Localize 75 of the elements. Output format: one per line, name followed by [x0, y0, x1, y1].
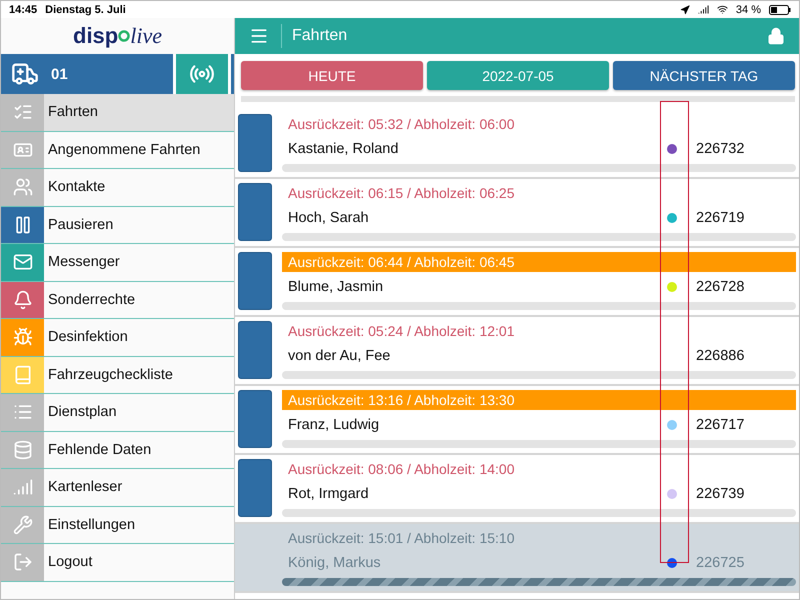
location-icon: [680, 4, 690, 14]
database-icon: [12, 440, 32, 460]
patient-name: von der Au, Fee: [287, 348, 392, 364]
day-button[interactable]: NÄCHSTER TAG: [613, 61, 795, 90]
menu-label: Fahrzeugcheckliste: [47, 366, 173, 385]
menu-item[interactable]: Pausieren: [1, 206, 234, 244]
menu-label: Einstellungen: [47, 516, 136, 535]
menu-item[interactable]: Sonderrechte: [1, 282, 234, 319]
status-date: Dienstag 5. Juli: [45, 4, 127, 16]
menu-item[interactable]: Desinfektion: [1, 319, 234, 356]
patient-name: Franz, Ludwig: [287, 417, 380, 433]
trip-number: 226886: [696, 348, 746, 364]
menu-item[interactable]: Angenommene Fahrten: [1, 132, 234, 169]
trip-times: Ausrückzeit: 05:24 / Abholzeit: 12:01: [287, 322, 516, 341]
logout-icon: [12, 552, 32, 572]
trip-times: Ausrückzeit: 08:06 / Abholzeit: 14:00: [287, 460, 516, 479]
trip-number: 226719: [696, 210, 746, 226]
menu-item[interactable]: Messenger: [1, 244, 234, 282]
people-icon: [12, 177, 32, 198]
book-icon: [12, 364, 32, 385]
wrench-icon: [12, 514, 32, 535]
status-block: [238, 321, 272, 379]
radio-button[interactable]: [176, 54, 228, 94]
menu-label: Fahrten: [47, 103, 98, 122]
battery-percent: 34 %: [736, 4, 761, 16]
wifi-icon: [716, 4, 728, 15]
patient-name: Hoch, Sarah: [287, 210, 370, 226]
signal-bars-icon: [12, 477, 32, 498]
trip-times: Ausrückzeit: 06:15 / Abholzeit: 06:25: [287, 184, 516, 203]
status-block: [238, 252, 272, 310]
menu-label: Messenger: [47, 253, 120, 272]
bug-icon: [12, 327, 32, 348]
menu-label: Angenommene Fahrten: [47, 140, 200, 160]
menu-item[interactable]: Fahrzeugcheckliste: [1, 356, 234, 394]
header-title: Fahrten: [292, 27, 348, 45]
patient-name: Rot, Irmgard: [287, 486, 370, 502]
dispolive-logo: disp live: [73, 23, 162, 49]
day-button[interactable]: HEUTE: [241, 61, 423, 90]
menu-item[interactable]: Dienstplan: [1, 394, 234, 432]
menu-item[interactable]: Kontakte: [1, 169, 234, 206]
status-block: [238, 459, 272, 517]
status-block: [238, 183, 272, 241]
menu-label: Kartenleser: [47, 478, 122, 498]
menu-label: Pausieren: [47, 216, 114, 235]
menu-item[interactable]: Einstellungen: [1, 506, 234, 544]
status-block: [238, 390, 272, 448]
menu-label: Sonderrechte: [47, 290, 136, 310]
menu-label: Dienstplan: [47, 403, 117, 422]
menu-item[interactable]: Fahrten: [1, 94, 234, 132]
menu-label: Fehlende Daten: [47, 440, 152, 460]
trip-number: 226732: [696, 141, 746, 157]
trip-times: Ausrückzeit: 13:16 / Abholzeit: 13:30: [282, 390, 796, 410]
envelope-icon: [12, 252, 32, 272]
menu-item[interactable]: Logout: [1, 544, 234, 582]
trip-number: 226717: [696, 417, 746, 433]
lock-icon[interactable]: [767, 27, 785, 45]
menu-item[interactable]: Kartenleser: [1, 469, 234, 506]
patient-name: Kastanie, Roland: [287, 141, 400, 157]
bell-icon: [12, 290, 32, 310]
trip-times: Ausrückzeit: 15:01 / Abholzeit: 15:10: [287, 529, 516, 548]
trip-number: 226739: [696, 486, 746, 502]
battery-icon: [769, 4, 791, 14]
menu-label: Desinfektion: [47, 328, 128, 348]
patient-name: König, Markus: [287, 555, 382, 571]
patient-name: Blume, Jasmin: [287, 279, 384, 295]
trip-times: Ausrückzeit: 05:32 / Abholzeit: 06:00: [287, 115, 516, 134]
menu-label: Logout: [47, 553, 92, 572]
trip-number: 226725: [696, 555, 746, 571]
status-time: 14:45: [9, 4, 38, 16]
menu-label: Kontakte: [47, 178, 106, 198]
trip-times: Ausrückzeit: 06:44 / Abholzeit: 06:45: [282, 252, 796, 272]
status-block: [238, 114, 272, 172]
menu-item[interactable]: Fehlende Daten: [1, 432, 234, 469]
vehicle-bar[interactable]: 01: [1, 54, 173, 94]
trip-number: 226728: [696, 279, 746, 295]
